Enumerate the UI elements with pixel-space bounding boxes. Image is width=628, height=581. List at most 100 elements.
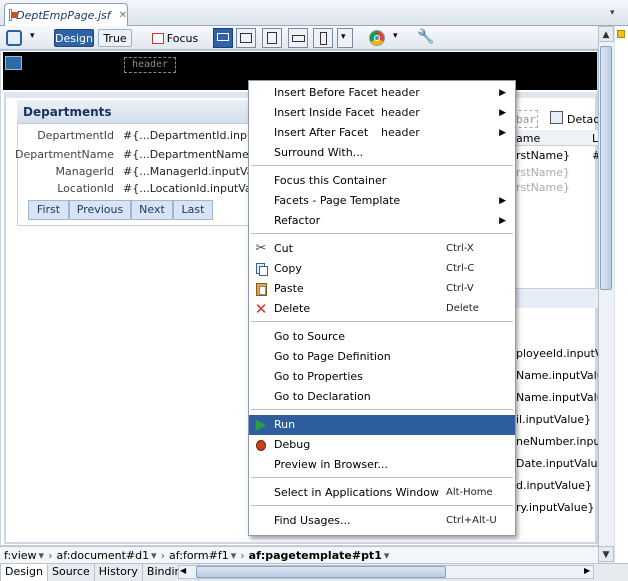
- chevron-down-icon[interactable]: ▾: [151, 549, 157, 562]
- phone-portrait-icon[interactable]: [313, 28, 333, 48]
- menu-item-go-to-declaration[interactable]: Go to Declaration: [249, 387, 515, 407]
- focus-label: Focus: [166, 31, 199, 45]
- field-label: DepartmentId: [37, 129, 114, 142]
- menu-item-paste[interactable]: Paste Ctrl-V: [249, 279, 515, 299]
- breadcrumb-item-current[interactable]: af:pagetemplate#pt1 ▾: [249, 549, 390, 562]
- tablet-portrait-icon[interactable]: [262, 28, 282, 48]
- focus-icon: [151, 32, 164, 44]
- field-value[interactable]: #{...ManagerId.inputValue}: [123, 165, 249, 178]
- first-button[interactable]: First: [28, 200, 69, 220]
- chevron-right-icon: ›: [240, 548, 245, 562]
- chevron-down-icon[interactable]: ▾: [231, 549, 237, 562]
- menu-item-insert-inside-facet[interactable]: Insert Inside Facet header ▶: [249, 103, 515, 123]
- tab-design[interactable]: Design: [0, 564, 48, 581]
- components-icon[interactable]: [6, 30, 22, 46]
- field-value[interactable]: #{...DepartmentId.inputValue}: [123, 129, 249, 142]
- menu-item-run[interactable]: ▶ Run: [249, 415, 515, 435]
- wrench-icon[interactable]: 🔧: [417, 29, 434, 45]
- menu-separator: [251, 321, 513, 322]
- menu-separator: [251, 409, 513, 410]
- menu-item-insert-before-facet[interactable]: Insert Before Facet header ▶: [249, 83, 515, 103]
- desktop-view-icon[interactable]: [213, 28, 233, 48]
- field-label: LocationId: [57, 182, 114, 195]
- next-button[interactable]: Next: [131, 200, 173, 220]
- scroll-right-icon[interactable]: ▶: [584, 566, 590, 575]
- name-column-header[interactable]: ame: [516, 132, 540, 145]
- focus-button[interactable]: Focus: [148, 29, 202, 47]
- scroll-left-icon[interactable]: ◀: [180, 566, 186, 575]
- submenu-arrow-icon: ▶: [499, 196, 506, 206]
- field-value[interactable]: il.inputValue}: [516, 413, 591, 426]
- menu-item-go-to-page-definition[interactable]: Go to Page Definition: [249, 347, 515, 367]
- tab-overflow-icon[interactable]: ▾: [610, 8, 615, 18]
- true-button[interactable]: True: [98, 29, 132, 47]
- field-value[interactable]: Name.inputValue: [516, 391, 610, 404]
- tablet-landscape-icon[interactable]: [236, 28, 256, 48]
- menu-item-go-to-source[interactable]: Go to Source: [249, 327, 515, 347]
- menu-item-find-usages[interactable]: Find Usages... Ctrl+Alt-U: [249, 511, 515, 531]
- close-icon[interactable]: ✕: [119, 10, 127, 21]
- field-value[interactable]: Name.inputValue: [516, 369, 610, 382]
- breadcrumb-item[interactable]: af:form#f1 ▾: [169, 549, 236, 562]
- horizontal-scroll-thumb[interactable]: [196, 566, 446, 578]
- chevron-down-icon[interactable]: ▾: [30, 31, 35, 41]
- last-button[interactable]: Last: [173, 200, 213, 220]
- chevron-down-icon[interactable]: ▾: [393, 31, 398, 41]
- menu-item-copy[interactable]: Copy Ctrl-C: [249, 259, 515, 279]
- tab-history[interactable]: History: [95, 564, 143, 581]
- copy-icon: [253, 261, 269, 277]
- menu-item-debug[interactable]: Debug: [249, 435, 515, 455]
- table-cell: rstName}: [516, 149, 571, 162]
- scroll-down-icon[interactable]: ▼: [598, 546, 614, 562]
- menu-item-focus-container[interactable]: Focus this Container: [249, 171, 515, 191]
- delete-icon: ✕: [254, 300, 268, 318]
- header-facet[interactable]: header: [124, 57, 176, 73]
- editor-tab[interactable]: DeptEmpPage.jsf ✕: [4, 3, 128, 26]
- field-value[interactable]: ry.inputValue}: [516, 501, 594, 514]
- menu-item-go-to-properties[interactable]: Go to Properties: [249, 367, 515, 387]
- device-menu-chevron-icon[interactable]: ▾: [337, 28, 353, 48]
- design-button[interactable]: Design: [54, 29, 94, 47]
- submenu-arrow-icon: ▶: [499, 128, 506, 138]
- chevron-right-icon: ›: [160, 548, 166, 562]
- menu-item-insert-after-facet[interactable]: Insert After Facet header ▶: [249, 123, 515, 143]
- menu-item-preview-in-browser[interactable]: Preview in Browser...: [249, 455, 515, 475]
- field-value[interactable]: Date.inputValue}: [516, 457, 611, 470]
- breadcrumb-item[interactable]: af:document#d1 ▾: [56, 549, 156, 562]
- field-value[interactable]: #{...DepartmentName.inputValue}: [123, 148, 249, 161]
- breadcrumb: f:view ▾ › af:document#d1 ▾ › af:form#f1 ▾ …: [0, 546, 598, 563]
- browser-icon[interactable]: [369, 30, 385, 46]
- menu-item-surround-with[interactable]: Surround With...: [249, 143, 515, 163]
- scissors-icon: ✂: [255, 241, 267, 256]
- breadcrumb-item[interactable]: f:view ▾: [4, 549, 44, 562]
- field-value[interactable]: d.inputValue}: [516, 479, 592, 492]
- image-icon: [5, 56, 22, 70]
- menu-item-cut[interactable]: ✂ Cut Ctrl-X: [249, 239, 515, 259]
- employees-form-header: [516, 288, 598, 308]
- jsf-file-icon: [9, 9, 18, 21]
- debug-icon: [253, 437, 269, 453]
- scroll-up-icon[interactable]: ▲: [598, 26, 614, 42]
- vertical-scroll-thumb[interactable]: [600, 46, 612, 290]
- field-value[interactable]: #{...LocationId.inputValue}: [123, 182, 249, 195]
- chevron-down-icon[interactable]: ▾: [39, 549, 45, 562]
- field-label: ManagerId: [55, 165, 114, 178]
- submenu-arrow-icon: ▶: [499, 108, 506, 118]
- menu-item-delete[interactable]: ✕ Delete Delete: [249, 299, 515, 319]
- phone-landscape-icon[interactable]: [288, 28, 308, 48]
- paste-icon: [253, 281, 269, 297]
- detach-icon[interactable]: [550, 111, 563, 124]
- previous-button[interactable]: Previous: [69, 200, 131, 220]
- toolbar-facet-label: bar: [516, 113, 536, 126]
- detach-label[interactable]: Detac: [567, 113, 599, 126]
- departments-title: Departments: [17, 100, 255, 124]
- table-cell: rstName}: [516, 181, 571, 194]
- table-cell: rstName}: [516, 166, 571, 179]
- menu-item-select-in-applications-window[interactable]: Select in Applications Window Alt-Home: [249, 483, 515, 503]
- tab-source[interactable]: Source: [48, 564, 95, 581]
- menu-item-refactor[interactable]: Refactor ▶: [249, 211, 515, 231]
- field-label: DepartmentName: [14, 148, 114, 161]
- menu-item-facets-page-template[interactable]: Facets - Page Template ▶: [249, 191, 515, 211]
- chevron-down-icon[interactable]: ▾: [384, 549, 390, 562]
- submenu-arrow-icon: ▶: [499, 216, 506, 226]
